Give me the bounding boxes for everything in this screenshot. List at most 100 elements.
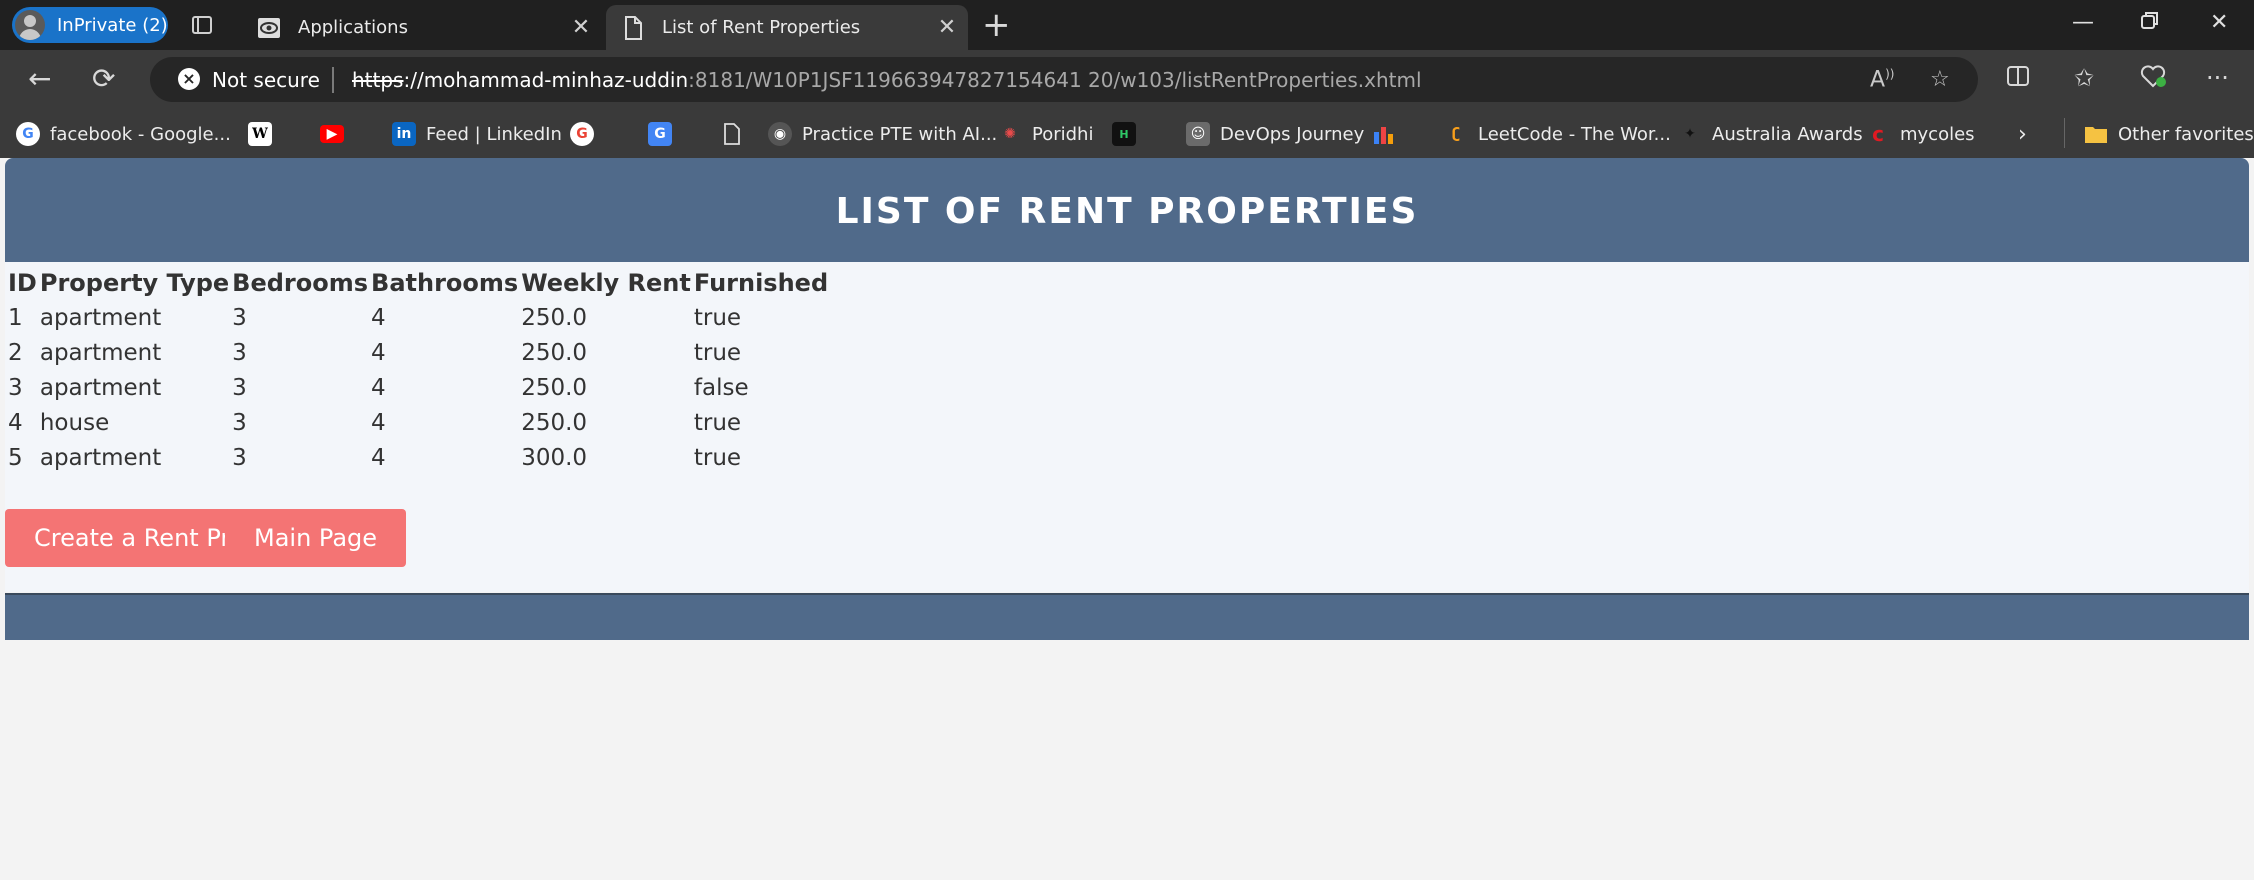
refresh-icon[interactable]: ⟳ <box>92 64 115 94</box>
bookmark-australia-awards[interactable]: ✦ Australia Awards <box>1678 120 1862 148</box>
tab-applications[interactable]: Applications ✕ <box>242 5 602 50</box>
close-icon[interactable]: ✕ <box>566 15 596 40</box>
bookmark-page[interactable] <box>720 120 754 148</box>
tab-title: List of Rent Properties <box>662 17 861 38</box>
back-arrow-icon[interactable]: ← <box>28 64 51 94</box>
table-row: 4 house 3 4 250.0 true <box>8 405 828 440</box>
url-text[interactable]: https://mohammad-minhaz-uddin:8181/W10P1… <box>352 68 1422 92</box>
bookmark-leetcode[interactable]: ʗ LeetCode - The Wor... <box>1444 120 1671 148</box>
bookmark-devops[interactable]: ☺ DevOps Journey <box>1186 120 1364 148</box>
bookmark-pte[interactable]: ◉ Practice PTE with AI... <box>768 120 997 148</box>
favorite-star-icon[interactable]: ☆ <box>1930 67 1950 92</box>
poridhi-icon: ✺ <box>1004 126 1016 142</box>
cell-furnished: true <box>693 444 742 471</box>
cell-weekly-rent: 250.0 <box>521 409 588 436</box>
page-viewport: LIST OF RENT PROPERTIES ID Property Type… <box>5 158 2249 880</box>
eye-icon <box>256 15 282 41</box>
chevron-right-icon[interactable]: › <box>2018 120 2027 148</box>
cell-weekly-rent: 300.0 <box>521 444 588 471</box>
minimize-icon[interactable]: — <box>2072 10 2094 35</box>
cell-furnished: true <box>693 409 742 436</box>
bookmark-google[interactable]: G <box>570 120 604 148</box>
cell-furnished: true <box>693 304 742 331</box>
table-row: 1 apartment 3 4 250.0 true <box>8 300 828 335</box>
tab-list-of-rent-properties[interactable]: List of Rent Properties ✕ <box>606 5 968 50</box>
tab-title: Applications <box>298 17 408 38</box>
cell-id: 1 <box>8 304 23 331</box>
cell-property-type: apartment <box>39 374 162 401</box>
tab-actions-icon[interactable] <box>190 13 214 37</box>
cell-bathrooms: 4 <box>371 304 386 331</box>
bookmark-translate[interactable]: G <box>648 120 682 148</box>
favorites-bar: G facebook - Google... W ▶ in Feed | Lin… <box>0 110 2254 158</box>
avatar <box>15 10 45 40</box>
page-icon <box>620 15 646 41</box>
cell-bathrooms: 4 <box>371 339 386 366</box>
column-header-property-type: Property Type <box>39 268 230 297</box>
translate-icon: G <box>648 122 672 146</box>
cell-id: 4 <box>8 409 23 436</box>
google-icon: G <box>570 122 594 146</box>
page-header: LIST OF RENT PROPERTIES <box>5 158 2249 262</box>
cell-bedrooms: 3 <box>232 339 247 366</box>
new-tab-button[interactable]: + <box>982 8 1011 42</box>
table-header-row: ID Property Type Bedrooms Bathrooms Week… <box>8 265 828 300</box>
cell-furnished: false <box>693 374 749 401</box>
bookmark-mycoles[interactable]: c mycoles <box>1866 120 1975 148</box>
other-favorites-folder[interactable]: Other favorites <box>2084 120 2254 148</box>
bookmark-youtube[interactable]: ▶ <box>320 120 354 148</box>
omnibox[interactable]: × Not secure https://mohammad-minhaz-udd… <box>150 57 1978 102</box>
hackerrank-icon: H <box>1112 122 1136 146</box>
bookmark-linkedin[interactable]: in Feed | LinkedIn <box>392 120 562 148</box>
security-label[interactable]: Not secure <box>212 68 320 92</box>
page-title: LIST OF RENT PROPERTIES <box>835 191 1419 232</box>
divider <box>2064 118 2065 148</box>
bookmark-chart[interactable] <box>1372 120 1406 148</box>
cell-bedrooms: 3 <box>232 444 247 471</box>
split-screen-icon[interactable] <box>2006 64 2030 94</box>
browser-essentials-icon[interactable] <box>2140 64 2166 94</box>
devops-icon: ☺ <box>1186 122 1210 146</box>
table-row: 5 apartment 3 4 300.0 true <box>8 440 828 475</box>
main-content: ID Property Type Bedrooms Bathrooms Week… <box>5 262 2249 592</box>
cell-id: 2 <box>8 339 23 366</box>
cell-weekly-rent: 250.0 <box>521 374 588 401</box>
cell-weekly-rent: 250.0 <box>521 339 588 366</box>
page-footer <box>5 593 2249 640</box>
close-icon[interactable]: ✕ <box>932 15 962 40</box>
more-menu-icon[interactable]: ··· <box>2206 64 2229 92</box>
cell-furnished: true <box>693 339 742 366</box>
restore-icon[interactable] <box>2140 10 2160 36</box>
favorites-icon[interactable]: ✩ <box>2074 64 2094 92</box>
bookmark-facebook[interactable]: G facebook - Google... <box>16 120 231 148</box>
close-window-icon[interactable]: ✕ <box>2210 10 2228 35</box>
pte-icon: ◉ <box>768 122 792 146</box>
address-bar-row: ← ⟳ × Not secure https://mohammad-minhaz… <box>0 50 2254 110</box>
inprivate-profile-button[interactable]: InPrivate (2) <box>12 7 168 43</box>
page-icon <box>720 122 744 146</box>
australia-icon: ✦ <box>1684 126 1696 142</box>
read-aloud-icon[interactable]: A)) <box>1870 67 1894 92</box>
table-row: 2 apartment 3 4 250.0 true <box>8 335 828 370</box>
tab-bar: InPrivate (2) Applications ✕ List of Ren… <box>0 0 2254 50</box>
cell-property-type: apartment <box>39 339 162 366</box>
column-header-id: ID <box>8 268 37 297</box>
bookmark-wikipedia[interactable]: W <box>248 120 282 148</box>
bookmark-hackerrank[interactable]: H <box>1112 120 1146 148</box>
rent-properties-table: ID Property Type Bedrooms Bathrooms Week… <box>5 265 831 475</box>
cell-bathrooms: 4 <box>371 409 386 436</box>
youtube-icon: ▶ <box>320 125 344 143</box>
page-blank-area <box>5 640 2249 880</box>
folder-icon <box>2084 122 2108 146</box>
cell-property-type: apartment <box>39 444 162 471</box>
cell-property-type: apartment <box>39 304 162 331</box>
google-icon: G <box>16 122 40 146</box>
column-header-weekly-rent: Weekly Rent <box>521 268 691 297</box>
not-secure-icon[interactable]: × <box>178 68 200 90</box>
column-header-bedrooms: Bedrooms <box>232 268 369 297</box>
cell-bathrooms: 4 <box>371 444 386 471</box>
main-page-button[interactable]: Main Page <box>225 509 407 567</box>
coles-icon: c <box>1872 122 1884 146</box>
bookmark-poridhi[interactable]: ✺ Poridhi <box>998 120 1093 148</box>
linkedin-icon: in <box>392 122 416 146</box>
